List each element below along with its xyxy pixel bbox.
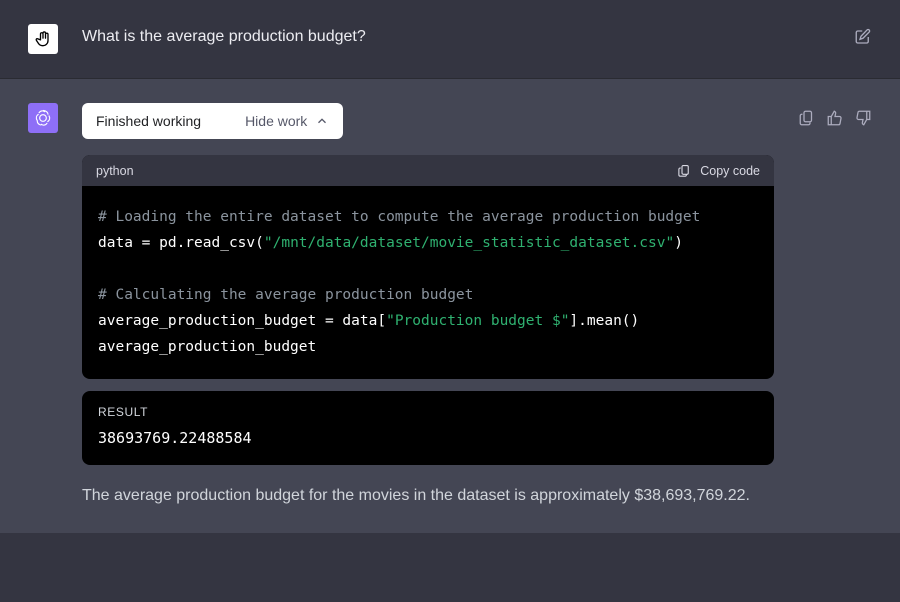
edit-icon bbox=[854, 28, 872, 46]
user-question: What is the average production budget? bbox=[82, 24, 830, 46]
assistant-avatar bbox=[28, 103, 58, 133]
edit-button[interactable] bbox=[854, 24, 872, 46]
code-line-4: # Calculating the average production bud… bbox=[98, 287, 473, 303]
thumbs-down-icon[interactable] bbox=[854, 109, 872, 127]
code-line-2a: data = pd.read_csv( bbox=[98, 235, 264, 251]
code-language: python bbox=[96, 164, 134, 178]
feedback-icons bbox=[798, 103, 872, 127]
result-value: 38693769.22488584 bbox=[98, 429, 758, 447]
code-line-5b: "Production budget $" bbox=[386, 313, 569, 329]
clipboard-copy-icon[interactable] bbox=[798, 109, 816, 127]
thumbs-up-icon[interactable] bbox=[826, 109, 844, 127]
work-toggle[interactable]: Finished working Hide work bbox=[82, 103, 343, 139]
copy-code-label: Copy code bbox=[700, 164, 760, 178]
assistant-answer: The average production budget for the mo… bbox=[82, 483, 774, 509]
copy-code-button[interactable]: Copy code bbox=[677, 163, 760, 178]
result-label: RESULT bbox=[98, 405, 758, 419]
work-action-label: Hide work bbox=[245, 113, 307, 129]
clipboard-icon bbox=[677, 163, 692, 178]
openai-icon bbox=[33, 108, 53, 128]
assistant-message-row: Finished working Hide work python Copy c… bbox=[0, 79, 900, 533]
code-header: python Copy code bbox=[82, 155, 774, 186]
code-line-5a: average_production_budget = data[ bbox=[98, 313, 386, 329]
user-message-row: What is the average production budget? bbox=[0, 0, 900, 79]
code-line-2b: "/mnt/data/dataset/movie_statistic_datas… bbox=[264, 235, 674, 251]
code-body: # Loading the entire dataset to compute … bbox=[82, 186, 774, 379]
code-line-2c: ) bbox=[674, 235, 683, 251]
assistant-content: Finished working Hide work python Copy c… bbox=[82, 103, 774, 509]
work-status: Finished working bbox=[96, 113, 201, 129]
result-block: RESULT 38693769.22488584 bbox=[82, 391, 774, 465]
code-line-6: average_production_budget bbox=[98, 339, 316, 355]
user-avatar bbox=[28, 24, 58, 54]
code-line-5c: ].mean() bbox=[569, 313, 639, 329]
code-line-1: # Loading the entire dataset to compute … bbox=[98, 209, 700, 225]
chevron-up-icon bbox=[315, 114, 329, 128]
code-block: python Copy code # Loading the entire da… bbox=[82, 155, 774, 379]
hand-icon bbox=[33, 29, 53, 49]
